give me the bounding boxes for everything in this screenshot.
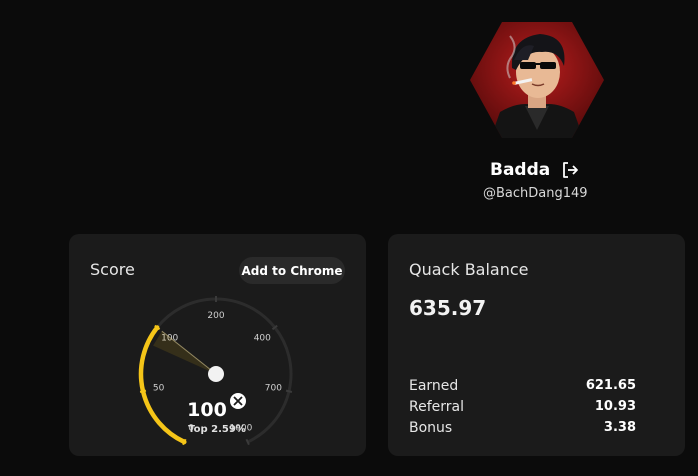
x-logo-icon: [230, 393, 246, 409]
tick-label-50: 50: [153, 384, 165, 394]
profile-section: Badda @BachDang149: [0, 0, 698, 220]
avatar: [470, 20, 604, 140]
score-gauge: 0 50 100 200 400 700 1000 100 Top 2.59%: [138, 296, 293, 446]
balance-row-earned: Earned 621.65: [409, 375, 636, 396]
tick-label-400: 400: [254, 333, 271, 343]
balance-row-label: Bonus: [409, 419, 453, 436]
tick-label-700: 700: [265, 384, 282, 394]
balance-row-value: 3.38: [603, 420, 636, 435]
balance-row-referral: Referral 10.93: [409, 396, 636, 417]
balance-row-value: 10.93: [594, 399, 636, 414]
balance-card: Quack Balance 635.97 Earned 621.65 Refer…: [388, 234, 685, 456]
balance-title: Quack Balance: [409, 260, 529, 279]
balance-row-label: Referral: [409, 398, 464, 415]
balance-total: 635.97: [409, 296, 487, 320]
balance-row-bonus: Bonus 3.38: [409, 417, 636, 438]
balance-row-value: 621.65: [585, 378, 636, 393]
profile-handle: @BachDang149: [483, 186, 588, 201]
balance-row-label: Earned: [409, 377, 459, 394]
tick-label-200: 200: [207, 311, 224, 321]
user-avatar-hexagon: [470, 22, 604, 138]
logout-icon[interactable]: [560, 160, 580, 180]
score-value: 100: [187, 399, 227, 421]
balance-breakdown: Earned 621.65 Referral 10.93 Bonus 3.38: [409, 375, 636, 438]
score-card: Score Add to Chrome 0 50 100 200 400 700…: [69, 234, 366, 456]
profile-name: Badda: [490, 160, 551, 180]
score-rank: Top 2.59%: [188, 424, 246, 435]
profile-name-row: Badda: [490, 158, 580, 182]
gauge-tick: [139, 389, 147, 393]
gauge-hub: [208, 366, 224, 382]
gauge-tick: [285, 389, 293, 393]
